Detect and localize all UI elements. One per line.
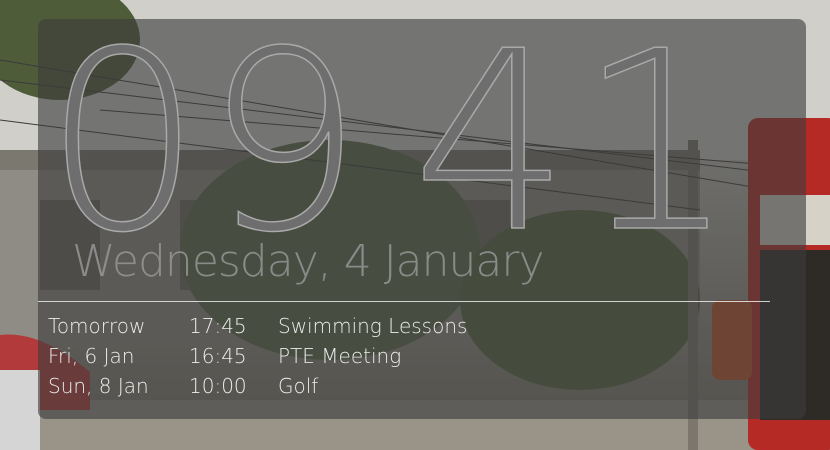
current-date-label: Wednesday, 4 January [72,236,544,287]
upcoming-events-list: Tomorrow 17:45 Swimming Lessons Fri, 6 J… [48,311,578,401]
event-day: Tomorrow [48,314,146,338]
event-day: Fri, 6 Jan [48,344,135,368]
event-row[interactable]: Sun, 8 Jan 10:00 Golf [48,371,578,401]
event-title: PTE Meeting [278,344,402,368]
event-row[interactable]: Fri, 6 Jan 16:45 PTE Meeting [48,341,578,371]
event-time: 16:45 [189,344,247,368]
event-row[interactable]: Tomorrow 17:45 Swimming Lessons [48,311,578,341]
event-title: Golf [278,374,319,398]
event-title: Swimming Lessons [278,314,468,338]
divider-line [38,301,770,302]
event-time: 10:00 [189,374,247,398]
event-time: 17:45 [189,314,247,338]
event-day: Sun, 8 Jan [48,374,149,398]
